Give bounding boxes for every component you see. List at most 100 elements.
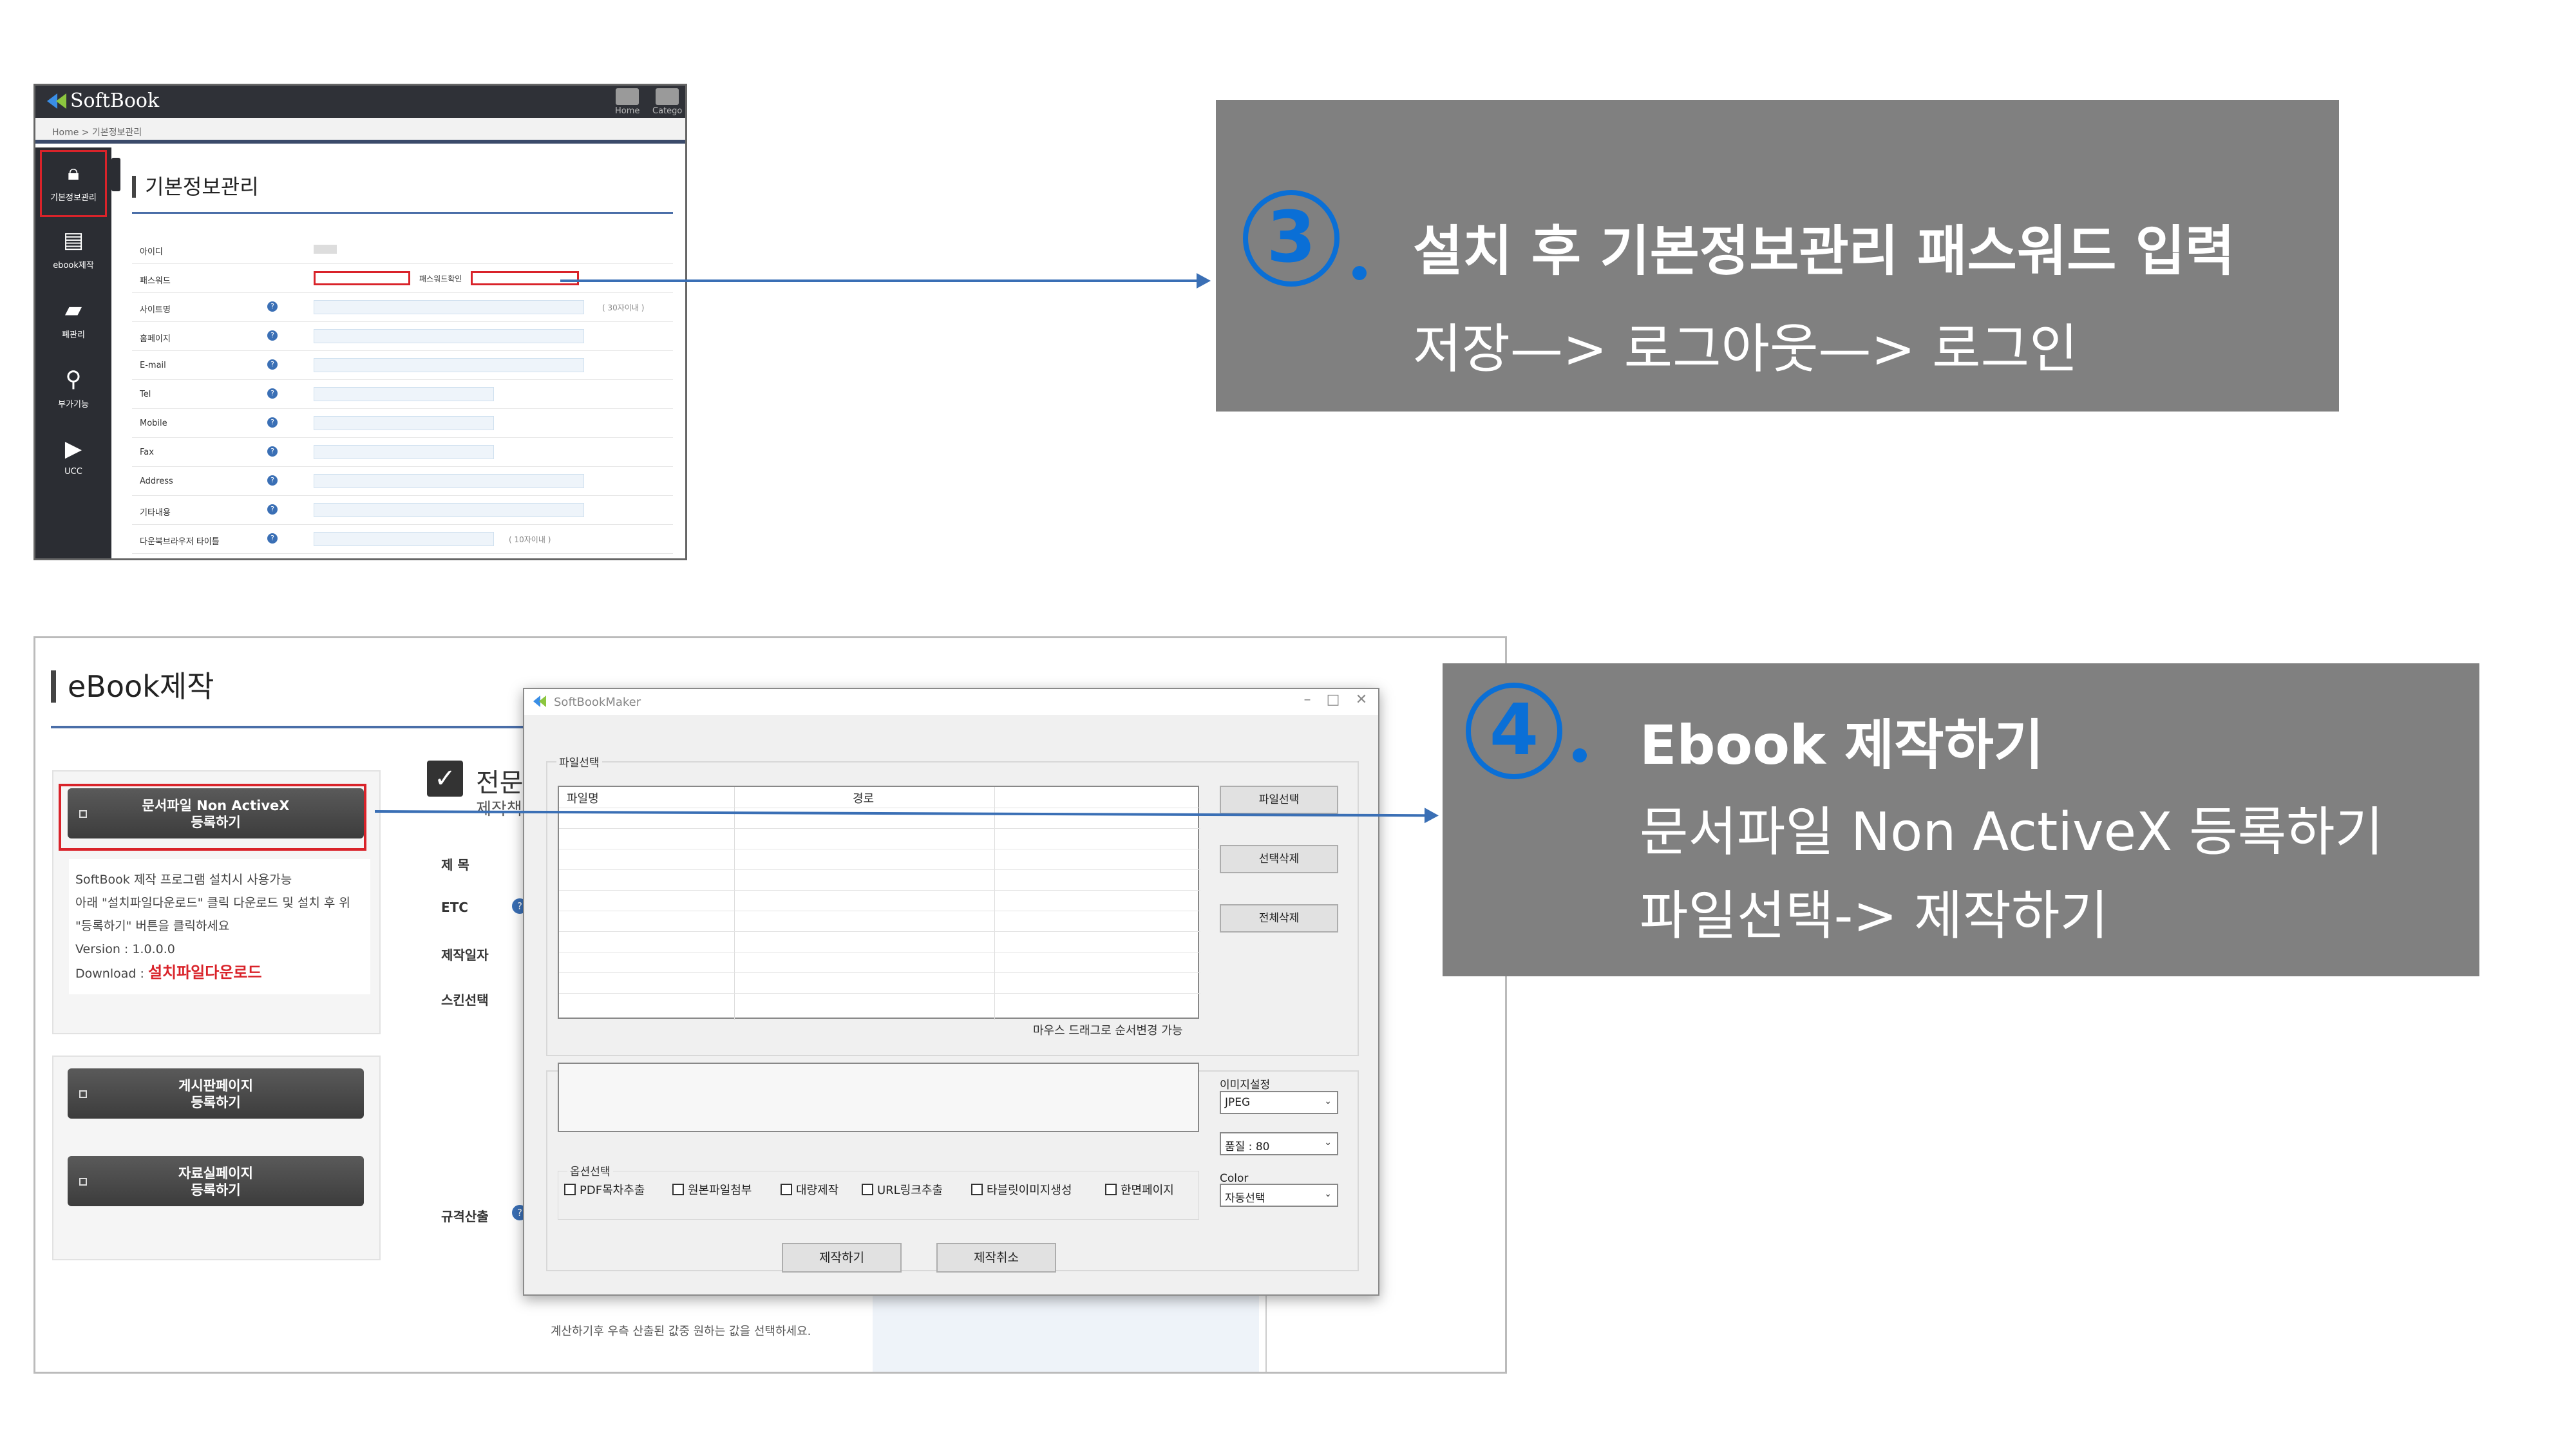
- sidebar-item-ucc[interactable]: ▶ UCC: [35, 428, 111, 497]
- form-label-skin: 스킨선택: [441, 992, 489, 1008]
- info-line: 아래 "설치파일다운로드" 클릭 다운로드 및 설치 후 위: [75, 896, 350, 910]
- sidebar-item-label: 폐관리: [62, 330, 85, 340]
- option-url-links[interactable]: URL링크추출: [862, 1181, 943, 1198]
- home-icon: [616, 88, 639, 105]
- step-description: 문서파일 Non ActiveX 등록하기: [1640, 802, 2384, 863]
- format-select[interactable]: JPEG ⌄: [1220, 1091, 1338, 1114]
- maximize-icon[interactable]: □: [1320, 692, 1346, 708]
- sidebar-item-manage[interactable]: ▰ 폐관리: [35, 289, 111, 357]
- breadcrumb: Home > 기본정보관리: [35, 118, 685, 144]
- step-number: 4: [1466, 683, 1562, 779]
- help-icon[interactable]: ?: [267, 301, 278, 312]
- page-title: eBook제작: [51, 670, 214, 703]
- option-label: 원본파일첨부: [688, 1184, 752, 1197]
- sidebar: 🔒︎ 기본정보관리 ▤ ebook제작 ▰ 폐관리 ⚲ 부가기능 ▶ UCC: [35, 147, 111, 558]
- download-link[interactable]: 설치파일다운로드: [148, 963, 262, 981]
- help-icon[interactable]: ?: [267, 330, 278, 341]
- homepage-input[interactable]: [314, 329, 584, 343]
- file-list[interactable]: 파일명 경로: [558, 786, 1200, 1020]
- checkbox[interactable]: [1105, 1184, 1117, 1195]
- delete-all-button[interactable]: 전체삭제: [1220, 904, 1338, 933]
- info-line: SoftBook 제작 프로그램 설치시 사용가능: [75, 873, 292, 887]
- select-file-button[interactable]: 파일선택: [1220, 786, 1338, 814]
- sidebar-item-ebook[interactable]: ▤ ebook제작: [35, 220, 111, 288]
- browser-title-input[interactable]: [314, 532, 494, 546]
- field-row-browser-title: 다운북브라우저 타이틀 ? ( 10자이내 ): [132, 525, 673, 554]
- step-description: 저장—> 로그아웃—> 로그인: [1413, 319, 2078, 380]
- page-title: 기본정보관리: [132, 176, 259, 198]
- help-icon[interactable]: ?: [267, 533, 278, 544]
- checkbox[interactable]: [672, 1184, 684, 1195]
- option-pdf-toc[interactable]: PDF목차추출: [564, 1181, 645, 1198]
- help-icon[interactable]: ?: [267, 417, 278, 428]
- option-single-page[interactable]: 한면페이지: [1105, 1181, 1174, 1198]
- step-dot: [1573, 748, 1587, 762]
- checkbox[interactable]: [862, 1184, 873, 1195]
- email-input[interactable]: [314, 358, 584, 372]
- option-attach-original[interactable]: 원본파일첨부: [672, 1181, 752, 1198]
- option-tablet-images[interactable]: 타블릿이미지생성: [971, 1181, 1072, 1198]
- minimize-icon[interactable]: –: [1294, 692, 1320, 708]
- cancel-button[interactable]: 제작취소: [936, 1243, 1056, 1273]
- button-label: 게시판페이지: [178, 1078, 253, 1094]
- field-label: E-mail: [140, 361, 166, 370]
- arrow-to-step3: [560, 273, 1211, 289]
- sidebar-toggle[interactable]: [111, 158, 120, 191]
- field-row-mobile: Mobile ?: [132, 409, 673, 438]
- quality-select[interactable]: 품질 : 80 ⌄: [1220, 1132, 1338, 1155]
- softbook-logo-icon: [533, 696, 547, 708]
- title-divider: [132, 212, 673, 214]
- help-icon[interactable]: ?: [267, 504, 278, 515]
- option-label: 한면페이지: [1121, 1184, 1174, 1197]
- help-icon[interactable]: ?: [267, 359, 278, 370]
- field-note: ( 10자이내 ): [509, 535, 551, 544]
- checkbox[interactable]: [781, 1184, 792, 1195]
- highlight-box: [59, 784, 366, 851]
- info-line: Version : 1.0.0.0: [75, 942, 175, 956]
- play-icon: ▶: [64, 436, 82, 462]
- button-label: 등록하기: [191, 1095, 241, 1110]
- address-input[interactable]: [314, 474, 584, 488]
- site-name-input[interactable]: [314, 300, 584, 314]
- delete-selected-button[interactable]: 선택삭제: [1220, 845, 1338, 873]
- etc-input[interactable]: [314, 503, 584, 517]
- password-confirm-input[interactable]: [471, 271, 579, 285]
- help-icon[interactable]: ?: [267, 388, 278, 399]
- close-icon[interactable]: ✕: [1349, 692, 1374, 708]
- color-select[interactable]: 자동선택 ⌄: [1220, 1184, 1338, 1207]
- section-subtitle: 제작책: [476, 800, 522, 819]
- board-icon: [79, 1090, 87, 1098]
- option-label: URL링크추출: [877, 1184, 943, 1197]
- softbook-logo[interactable]: SoftBook: [47, 90, 159, 112]
- home-nav[interactable]: Home: [615, 88, 639, 116]
- mobile-input[interactable]: [314, 416, 494, 430]
- fax-input[interactable]: [314, 445, 494, 459]
- option-bulk[interactable]: 대량제작: [781, 1181, 838, 1198]
- sidebar-item-label: 기본정보관리: [50, 193, 97, 203]
- softbook-admin-screenshot: SoftBook Home Catego Home > 기본정보관리 🔒︎ 기본…: [33, 84, 687, 560]
- field-label: Fax: [140, 448, 154, 457]
- button-label: 자료실페이지: [178, 1166, 253, 1181]
- sidebar-item-addon[interactable]: ⚲ 부가기능: [35, 359, 111, 427]
- field-label: Tel: [140, 390, 151, 399]
- checkbox[interactable]: [564, 1184, 576, 1195]
- chevron-down-icon: ⌄: [1324, 1189, 1332, 1199]
- make-button[interactable]: 제작하기: [782, 1243, 902, 1273]
- step-dot: [1352, 266, 1367, 280]
- password-input[interactable]: [314, 271, 410, 285]
- drag-hint: 마우스 드래그로 순서변경 가능: [1033, 1024, 1183, 1037]
- info-line: "등록하기" 버튼을 클릭하세요: [75, 919, 230, 933]
- help-icon[interactable]: ?: [267, 475, 278, 486]
- checkbox[interactable]: [971, 1184, 983, 1195]
- step4-callout: 4 Ebook 제작하기 문서파일 Non ActiveX 등록하기 파일선택-…: [1443, 663, 2479, 976]
- select-value: JPEG: [1225, 1096, 1251, 1109]
- result-panel: [873, 1289, 1259, 1372]
- tel-input[interactable]: [314, 387, 494, 401]
- category-nav[interactable]: Catego: [652, 88, 682, 116]
- option-label: 타블릿이미지생성: [987, 1184, 1072, 1197]
- help-icon[interactable]: ?: [267, 446, 278, 457]
- register-data-button[interactable]: 자료실페이지 등록하기: [68, 1156, 364, 1206]
- sidebar-item-basic-info[interactable]: 🔒︎ 기본정보관리: [40, 150, 107, 217]
- register-board-button[interactable]: 게시판페이지 등록하기: [68, 1068, 364, 1119]
- sidebar-item-label: ebook제작: [53, 261, 94, 270]
